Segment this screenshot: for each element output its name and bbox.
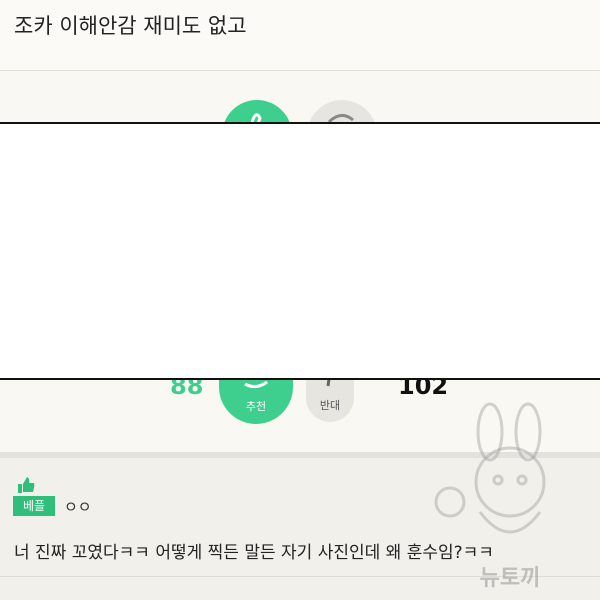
best-comment-badge: 베플 (13, 496, 55, 516)
previous-comment: 조카 이해안감 재미도 없고 (0, 0, 600, 71)
previous-comment-text: 조카 이해안감 재미도 없고 (14, 14, 247, 38)
downvote-label: 반대 (319, 399, 341, 412)
thumbs-up-icon (18, 477, 35, 493)
divider (0, 576, 600, 577)
overlay-panel (0, 122, 600, 380)
upvote-label: 추천 (245, 400, 267, 413)
best-comment: 베플 ㅇㅇ 너 진짜 꼬였다ㅋㅋ 어떻게 찍든 말든 자기 사진인데 왜 훈수임… (0, 458, 600, 600)
comment-text: 너 진짜 꼬였다ㅋㅋ 어떻게 찍든 말든 자기 사진인데 왜 훈수임?ㅋㅋ (14, 543, 494, 563)
comment-author[interactable]: ㅇㅇ (64, 496, 92, 517)
